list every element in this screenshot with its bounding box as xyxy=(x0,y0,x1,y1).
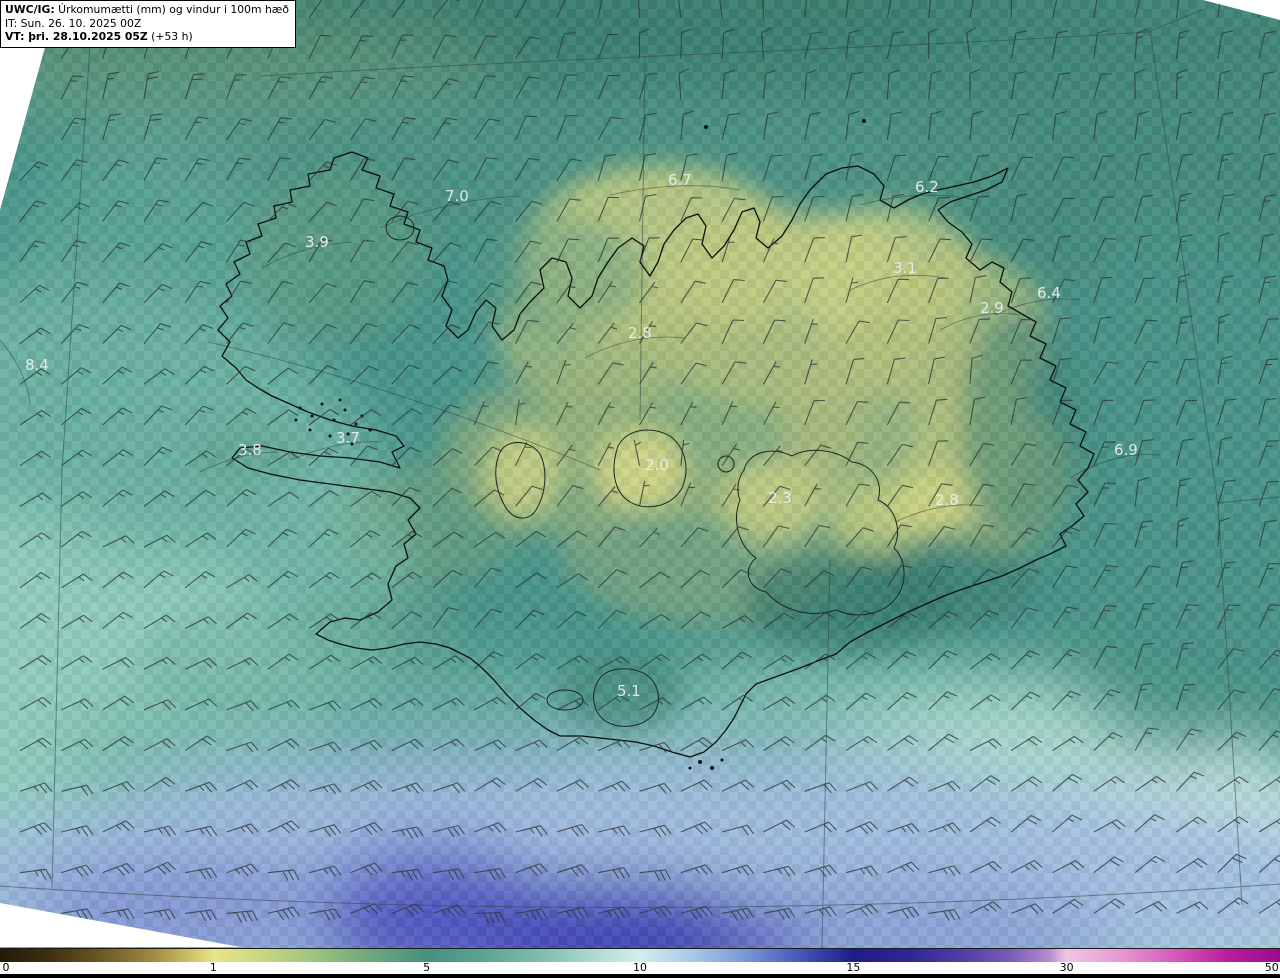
colorbar-tick-label: 5 xyxy=(423,961,431,974)
contour-label: 7.0 xyxy=(445,187,469,205)
contour-label: 2.9 xyxy=(980,299,1004,317)
contour-label: 3.8 xyxy=(238,441,262,459)
valid-time: VT: þri. 28.10.2025 05Z (+53 h) xyxy=(5,30,193,43)
weather-chart-page: 7.0 6.7 6.2 3.9 3.1 2.9 6.4 2.8 8.4 3.7 3.8 6.9 2.0 2… xyxy=(0,0,1280,978)
grid-texture xyxy=(0,0,1280,948)
contour-label: 3.1 xyxy=(893,259,917,277)
contour-label: 2.8 xyxy=(628,324,652,342)
contour-label: 6.2 xyxy=(915,178,939,196)
weather-map-svg: 7.0 6.7 6.2 3.9 3.1 2.9 6.4 2.8 8.4 3.7 3.8 6.9 2.0 2… xyxy=(0,0,1280,948)
init-time: IT: Sun. 26. 10. 2025 00Z xyxy=(5,16,142,30)
product-title-line: UWC/IG: Úrkomumætti (mm) og vindur i 100… xyxy=(5,3,289,17)
colorbar-tick-label: 30 xyxy=(1059,961,1074,974)
contour-label: 2.0 xyxy=(645,456,669,474)
contour-label: 2.8 xyxy=(935,491,959,509)
colorbar-ticks: 0 1 5 10 15 30 50 xyxy=(0,961,1280,974)
contour-label: 5.1 xyxy=(617,682,641,700)
contour-label: 2.3 xyxy=(768,489,792,507)
colorbar-tick-label: 1 xyxy=(209,961,217,974)
contour-label: 3.9 xyxy=(305,233,329,251)
contour-label: 8.4 xyxy=(25,356,49,374)
map-area: 7.0 6.7 6.2 3.9 3.1 2.9 6.4 2.8 8.4 3.7 3.8 6.9 2.0 2… xyxy=(0,0,1280,948)
product-title: Úrkomumætti (mm) og vindur i 100m hæð xyxy=(54,3,289,16)
colorbar-tick-label: 15 xyxy=(846,961,861,974)
contour-label: 6.4 xyxy=(1037,284,1061,302)
contour-label: 6.7 xyxy=(668,171,692,189)
colorbar-tick-label: 0 xyxy=(2,961,10,974)
colorbar-tick-label: 50 xyxy=(1264,961,1279,974)
product-info-box: UWC/IG: Úrkomumætti (mm) og vindur i 100… xyxy=(0,0,296,48)
colorbar-gradient xyxy=(0,948,1280,962)
product-name: UWC/IG: xyxy=(5,3,55,16)
colorbar-tick-label: 10 xyxy=(633,961,647,974)
colorbar-bottom-strip xyxy=(0,974,1280,978)
contour-label: 6.9 xyxy=(1114,441,1138,459)
contour-label: 3.7 xyxy=(336,429,360,447)
colorbar: 0 1 5 10 15 30 50 xyxy=(0,948,1280,978)
